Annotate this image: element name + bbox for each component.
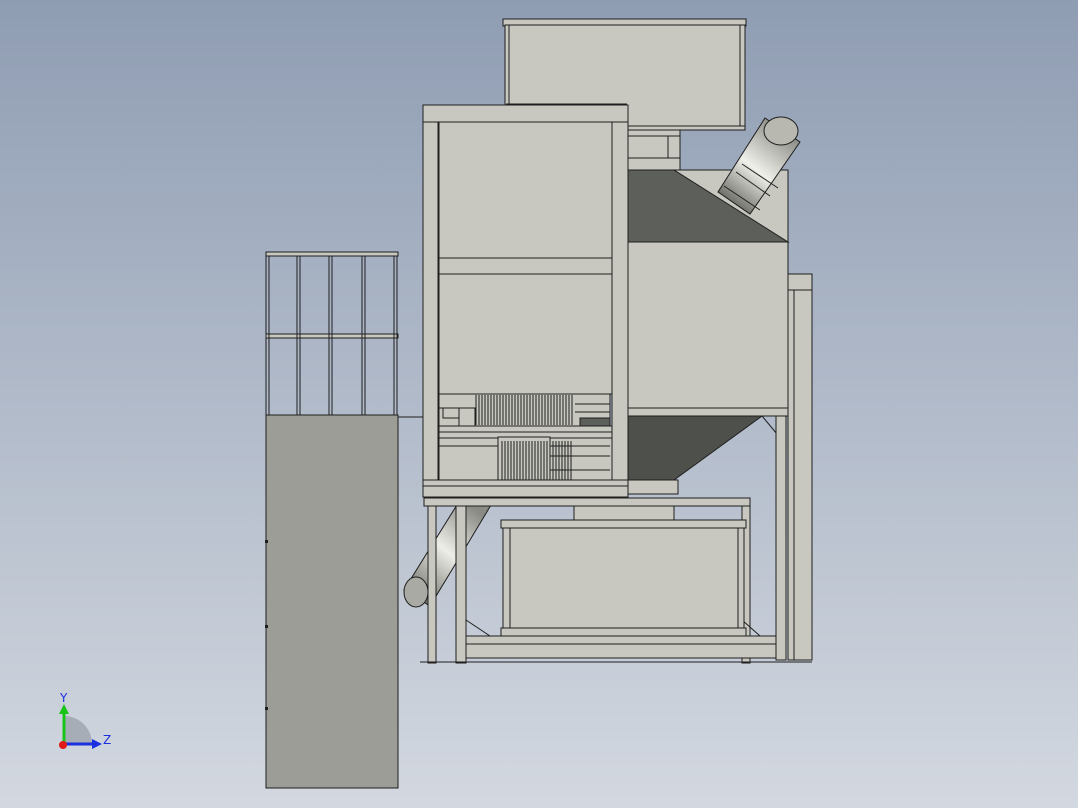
model-canvas[interactable]: Y Z xyxy=(0,0,1078,808)
triad-y-label: Y xyxy=(59,691,68,705)
platform-side-panel xyxy=(265,414,399,789)
lower-collector-box[interactable] xyxy=(500,519,747,637)
upper-filter-rack xyxy=(438,393,611,427)
graphics-viewport[interactable]: Y Z xyxy=(0,0,1078,808)
triad-z-label: Z xyxy=(103,733,111,747)
triad-origin-x xyxy=(59,741,67,749)
main-cabinet[interactable] xyxy=(422,104,629,498)
